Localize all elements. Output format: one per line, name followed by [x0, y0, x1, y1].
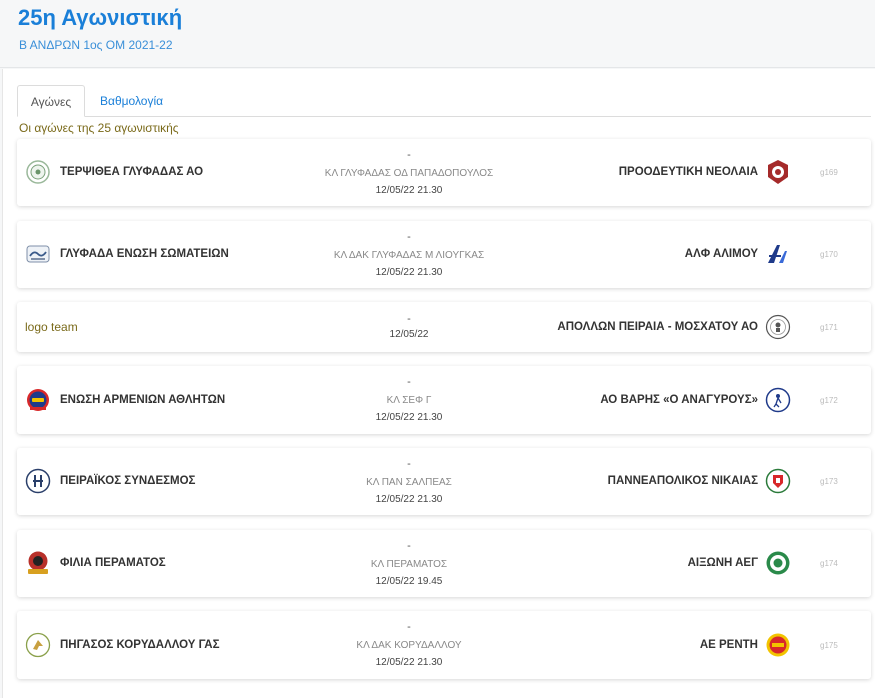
match-info: - ΚΛ ΔΑΚ ΓΛΥΦΑΔΑΣ Μ ΛΙΟΥΓΚΑΣ 12/05/22 21… [277, 230, 541, 280]
match-info: - ΚΛ ΣΕΦ Γ 12/05/22 21.30 [277, 375, 541, 425]
tab-matches[interactable]: Αγώνες [17, 85, 85, 117]
home-team[interactable]: ΕΝΩΣΗ ΑΡΜΕΝΙΩΝ ΑΘΛΗΤΩΝ [60, 394, 225, 406]
filia-logo-icon [28, 551, 48, 574]
renti-logo-icon [766, 633, 790, 657]
match-info: - ΚΛ ΔΑΚ ΚΟΡΥΔΑΛΛΟΥ 12/05/22 21.30 [277, 620, 541, 670]
match-card[interactable]: ΤΕΡΨΙΘΕΑ ΓΛΥΦΑΔΑΣ ΑΟ - ΚΛ ΓΛΥΦΑΔΑΣ ΟΔ ΠΑ… [17, 139, 871, 206]
match-datetime: 12/05/22 21.30 [375, 185, 443, 196]
match-score: - [407, 231, 411, 243]
match-venue: ΚΛ ΣΕΦ Γ [386, 395, 432, 406]
away-team[interactable]: ΠΡΟΟΔΕΥΤΙΚΗ ΝΕΟΛΑΙΑ [619, 166, 758, 178]
away-team[interactable]: ΑΛΦ ΑΛΙΜΟΥ [685, 248, 758, 260]
match-venue: ΚΛ ΠΕΡΑΜΑΤΟΣ [370, 559, 448, 570]
home-team[interactable]: ΤΕΡΨΙΘΕΑ ΓΛΥΦΑΔΑΣ ΑΟ [60, 166, 203, 178]
away-team[interactable]: ΑΠΟΛΛΩΝ ΠΕΙΡΑΙΑ - ΜΟΣΧΑΤΟΥ ΑΟ [557, 321, 758, 333]
match-card[interactable]: logo team - 12/05/22 ΑΠΟΛΛΩΝ ΠΕΙΡΑΙΑ - Μ… [17, 302, 871, 352]
match-datetime: 12/05/22 21.30 [375, 657, 443, 668]
peiraikos-logo-icon [25, 468, 51, 494]
proodeftiki-logo-icon [768, 160, 788, 184]
match-score: - [407, 540, 411, 552]
match-score: - [407, 376, 411, 388]
home-team[interactable]: ΠΕΙΡΑΪΚΟΣ ΣΥΝΔΕΣΜΟΣ [60, 475, 195, 487]
match-datetime: 12/05/22 21.30 [375, 494, 443, 505]
match-info: - ΚΛ ΠΕΡΑΜΑΤΟΣ 12/05/22 19.45 [277, 539, 541, 589]
home-team[interactable]: ΦΙΛΙΑ ΠΕΡΑΜΑΤΟΣ [60, 557, 166, 569]
home-team[interactable]: ΓΛΥΦΑΔΑ ΕΝΩΣΗ ΣΩΜΑΤΕΙΩΝ [60, 248, 229, 260]
match-info: - ΚΛ ΓΛΥΦΑΔΑΣ ΟΔ ΠΑΠΑΔΟΠΟΥΛΟΣ 12/05/22 2… [277, 148, 541, 198]
match-score: - [407, 149, 411, 161]
match-code: g173 [820, 477, 838, 486]
page-title: 25η Αγωνιστική [18, 5, 183, 30]
page-subtitle: Β ΑΝΔΡΩΝ 1ος ΟΜ 2021-22 [19, 38, 173, 52]
match-venue: ΚΛ ΓΛΥΦΑΔΑΣ ΟΔ ΠΑΠΑΔΟΠΟΥΛΟΣ [324, 168, 494, 179]
glyfada-logo-icon [26, 245, 50, 263]
match-card[interactable]: ΠΗΓΑΣΟΣ ΚΟΡΥΔΑΛΛΟΥ ΓΑΣ - ΚΛ ΔΑΚ ΚΟΡΥΔΑΛΛ… [17, 611, 871, 679]
match-info: - 12/05/22 [277, 312, 541, 342]
match-card[interactable]: ΦΙΛΙΑ ΠΕΡΑΜΑΤΟΣ - ΚΛ ΠΕΡΑΜΑΤΟΣ 12/05/22 … [17, 530, 871, 597]
match-card[interactable]: ΓΛΥΦΑΔΑ ΕΝΩΣΗ ΣΩΜΑΤΕΙΩΝ - ΚΛ ΔΑΚ ΓΛΥΦΑΔΑ… [17, 221, 871, 288]
away-team[interactable]: ΠΑΝΝΕΑΠΟΛΙΚΟΣ ΝΙΚΑΙΑΣ [608, 475, 758, 487]
page-header: 25η Αγωνιστική Β ΑΝΔΡΩΝ 1ος ΟΜ 2021-22 [0, 0, 875, 68]
match-card[interactable]: ΕΝΩΣΗ ΑΡΜΕΝΙΩΝ ΑΘΛΗΤΩΝ - ΚΛ ΣΕΦ Γ 12/05/… [17, 366, 871, 434]
match-venue: ΚΛ ΔΑΚ ΚΟΡΥΔΑΛΛΟΥ [356, 640, 462, 651]
match-score: - [407, 458, 411, 470]
match-code: g172 [820, 396, 838, 405]
match-code: g174 [820, 559, 838, 568]
away-team[interactable]: ΑΟ ΒΑΡΗΣ «Ο ΑΝΑΓΥΡΟΥΣ» [600, 394, 758, 406]
match-venue: ΚΛ ΔΑΚ ΓΛΥΦΑΔΑΣ Μ ΛΙΟΥΓΚΑΣ [333, 250, 485, 261]
home-logo-placeholder: logo team [25, 320, 78, 334]
pigasos-logo-icon [25, 632, 51, 658]
tab-standings[interactable]: Βαθμολογία [87, 85, 176, 117]
match-datetime: 12/05/22 19.45 [375, 576, 443, 587]
round-note: Οι αγώνες της 25 αγωνιστικής [19, 121, 179, 135]
aixoni-logo-icon [766, 551, 790, 575]
vari-logo-icon [765, 387, 791, 413]
match-code: g170 [820, 250, 838, 259]
match-code: g175 [820, 641, 838, 650]
match-datetime: 12/05/22 21.30 [375, 267, 443, 278]
match-code: g169 [820, 168, 838, 177]
tab-bar: Αγώνες Βαθμολογία [17, 85, 871, 117]
main-content: Αγώνες Βαθμολογία Οι αγώνες της 25 αγωνι… [2, 69, 875, 698]
apollon-logo-icon [765, 314, 791, 340]
match-datetime: 12/05/22 [389, 329, 429, 340]
panneapolikos-logo-icon [765, 468, 791, 494]
match-score: - [407, 621, 411, 633]
home-team[interactable]: ΠΗΓΑΣΟΣ ΚΟΡΥΔΑΛΛΟΥ ΓΑΣ [60, 639, 220, 651]
match-venue: ΚΛ ΠΑΝ ΣΑΛΠΕΑΣ [366, 477, 452, 488]
alf-alimou-logo-icon [768, 245, 787, 263]
match-info: - ΚΛ ΠΑΝ ΣΑΛΠΕΑΣ 12/05/22 21.30 [277, 457, 541, 507]
away-team[interactable]: ΑΕ ΡΕΝΤΗ [700, 639, 758, 651]
match-score: - [407, 313, 411, 325]
armenion-logo-icon [27, 389, 49, 411]
terpsithea-logo-icon [26, 160, 50, 184]
match-code: g171 [820, 323, 838, 332]
away-team[interactable]: ΑΙΞΩΝΗ ΑΕΓ [688, 557, 758, 569]
match-datetime: 12/05/22 21.30 [375, 412, 443, 423]
match-card[interactable]: ΠΕΙΡΑΪΚΟΣ ΣΥΝΔΕΣΜΟΣ - ΚΛ ΠΑΝ ΣΑΛΠΕΑΣ 12/… [17, 448, 871, 515]
